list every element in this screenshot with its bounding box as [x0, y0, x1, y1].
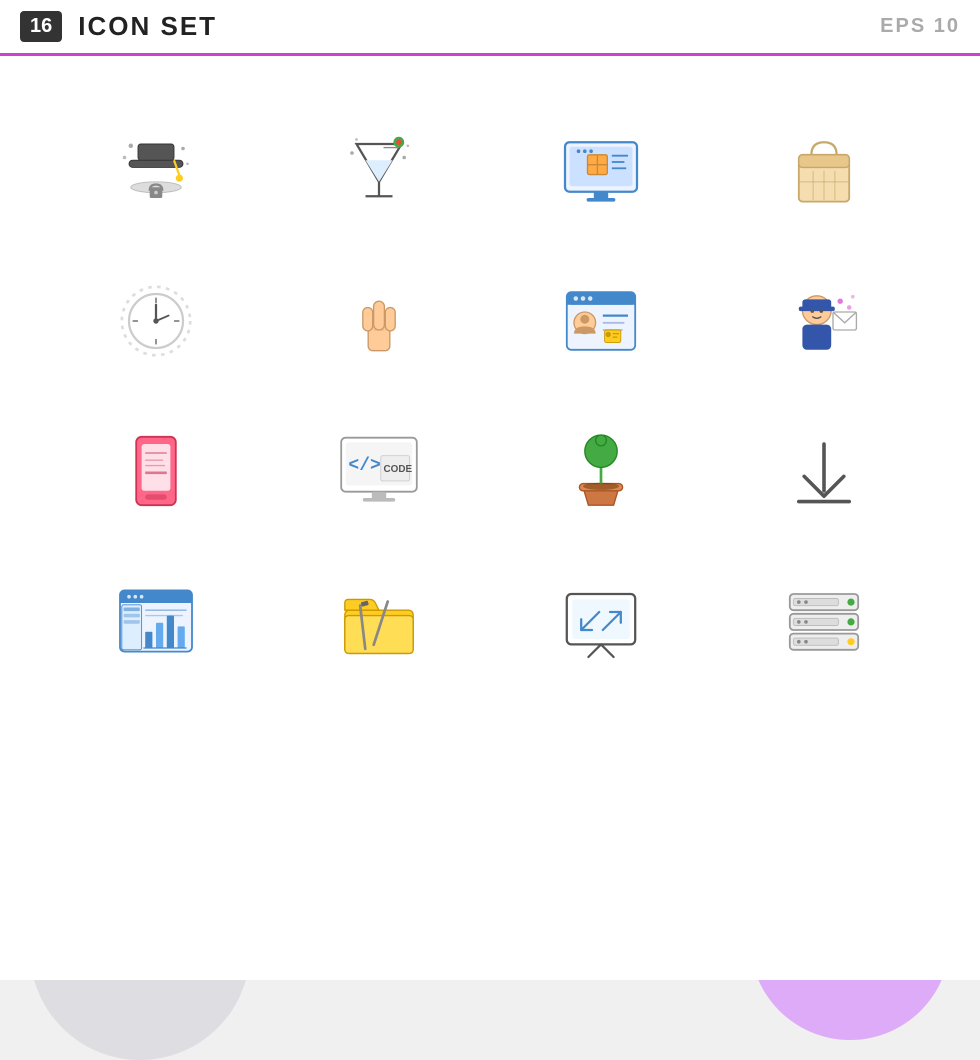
hand-gesture-icon — [334, 276, 424, 366]
folder-tools-icon — [334, 576, 424, 666]
server-icon — [779, 576, 869, 666]
code-icon-wrapper: </> CODE — [334, 426, 424, 516]
icon-cell-download — [728, 406, 921, 536]
header-title: ICON SET — [78, 11, 880, 42]
icon-cell-tablet — [60, 406, 253, 536]
icon-cell-profile-card — [505, 256, 698, 386]
icon-cell-plant — [505, 406, 698, 536]
icon-cell-dashboard — [60, 556, 253, 686]
graduation-cap-icon — [111, 126, 201, 216]
icon-cell-hand-gesture — [283, 256, 476, 386]
icon-grid: </> CODE — [60, 106, 920, 686]
icon-cell-postman — [728, 256, 921, 386]
header-badge: 16 — [20, 11, 62, 42]
icon-cell-shopping-bag — [728, 106, 921, 236]
code-monitor-svg: </> CODE — [334, 426, 424, 516]
icon-cell-server — [728, 556, 921, 686]
presentation-icon — [556, 576, 646, 666]
postman-icon — [779, 276, 869, 366]
svg-text:</>: </> — [348, 456, 380, 476]
icon-cell-presentation — [505, 556, 698, 686]
header: 16 ICON SET EPS 10 — [0, 0, 980, 56]
icon-cell-code-monitor: </> CODE — [283, 406, 476, 536]
plant-icon — [556, 426, 646, 516]
clock-icon — [111, 276, 201, 366]
svg-text:CODE: CODE — [383, 464, 412, 475]
shopping-bag-icon — [779, 126, 869, 216]
profile-card-icon — [556, 276, 646, 366]
icon-cell-cocktail — [283, 106, 476, 236]
icon-cell-folder-tools — [283, 556, 476, 686]
icon-cell-desktop-package — [505, 106, 698, 236]
header-eps: EPS 10 — [880, 15, 960, 38]
icon-cell-graduation-cap — [60, 106, 253, 236]
tablet-icon — [111, 426, 201, 516]
download-icon — [779, 426, 869, 516]
desktop-package-icon — [556, 126, 646, 216]
cocktail-icon — [334, 126, 424, 216]
dashboard-icon — [111, 576, 201, 666]
icon-cell-clock — [60, 256, 253, 386]
main-content: </> CODE — [0, 56, 980, 980]
